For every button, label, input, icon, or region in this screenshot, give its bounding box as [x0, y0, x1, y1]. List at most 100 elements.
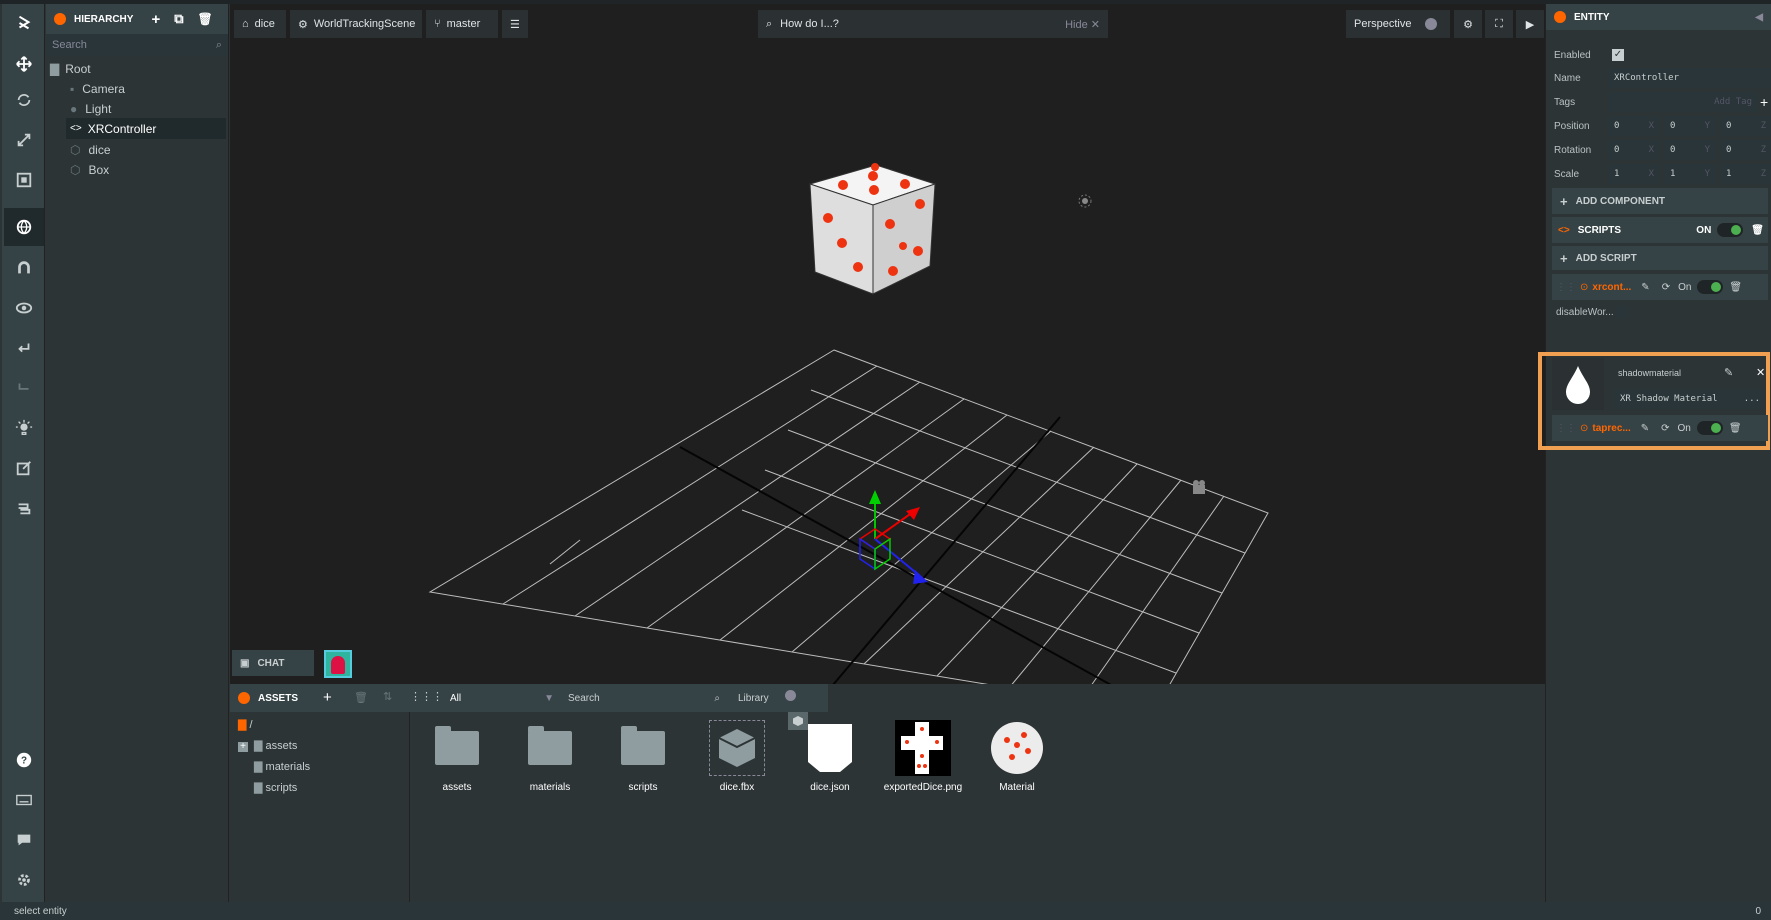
scripts-toggle[interactable] [1717, 223, 1744, 237]
translate-icon[interactable] [4, 46, 44, 82]
expand-icon[interactable]: ⊙ [1580, 423, 1588, 434]
material-thumbnail[interactable] [1552, 358, 1604, 410]
delete-icon[interactable]: 🗑 [1729, 423, 1742, 434]
code-editor-icon[interactable] [4, 450, 44, 486]
dice-model[interactable] [808, 163, 937, 295]
help-icon[interactable]: ? [4, 742, 44, 778]
close-icon[interactable]: ✕ [1756, 366, 1765, 379]
reload-icon[interactable]: ⟳ [1662, 282, 1670, 293]
rotation-y-field[interactable]: 0Y [1664, 140, 1716, 160]
snap-icon[interactable] [4, 250, 44, 286]
asset-item-assets[interactable]: assets [412, 720, 502, 793]
plus-icon: + [1560, 193, 1568, 209]
add-script-button[interactable]: + ADD SCRIPT [1552, 246, 1768, 270]
tree-item-root[interactable]: ▇ Root [46, 58, 229, 79]
scale-z-field[interactable]: 1Z [1720, 164, 1771, 184]
position-z-field[interactable]: 0Z [1720, 116, 1771, 136]
rotation-z-value: 0 [1726, 145, 1732, 155]
upload-icon[interactable]: ⇅ [383, 690, 392, 703]
asset-item-exported-dice-png[interactable]: exportedDice.png [878, 720, 968, 793]
collapse-arrow-icon[interactable]: ◀ [1755, 12, 1763, 23]
delete-icon[interactable]: 🗑 [1751, 225, 1764, 236]
lightmapper-icon[interactable] [4, 410, 44, 446]
attribute-checkbox[interactable] [1616, 306, 1628, 318]
collapse-icon[interactable] [1554, 11, 1566, 23]
add-asset-icon[interactable]: + [323, 689, 332, 706]
duplicate-icon[interactable]: ⧉ [174, 11, 183, 27]
tree-item-dice[interactable]: ⬡ dice [66, 139, 226, 160]
undo-icon[interactable] [4, 330, 44, 366]
edit-icon[interactable]: ✎ [1641, 423, 1649, 434]
drag-handle-icon[interactable]: ⋮⋮ [1556, 423, 1576, 434]
3d-viewport[interactable]: ⌂ dice ⚙ WorldTrackingScene ⑂ master ☰ ⌕ How… [230, 4, 1545, 712]
asset-tree-item-scripts[interactable]: ▇ scripts [254, 781, 297, 794]
scale-x-field[interactable]: 1X [1608, 164, 1660, 184]
tags-label: Tags [1554, 96, 1576, 108]
feedback-icon[interactable] [4, 822, 44, 858]
rotation-x-field[interactable]: 0X [1608, 140, 1660, 160]
add-tag-icon[interactable]: + [1760, 94, 1768, 110]
add-component-button[interactable]: + ADD COMPONENT [1552, 188, 1768, 214]
asset-item-dice-fbx[interactable]: dice.fbx [692, 720, 782, 793]
redo-icon[interactable] [4, 370, 44, 406]
scale-y-field[interactable]: 1Y [1664, 164, 1716, 184]
delete-icon[interactable]: 🗑 [1729, 282, 1742, 293]
position-y-field[interactable]: 0Y [1664, 116, 1716, 136]
light-gizmo-icon[interactable] [1078, 194, 1092, 208]
rotate-icon[interactable] [4, 82, 44, 118]
tree-item-xrcontroller[interactable]: <> XRController [66, 118, 226, 139]
delete-icon[interactable]: 🗑 [198, 12, 213, 26]
asset-root[interactable]: ▇ / [238, 718, 253, 731]
delete-asset-icon[interactable]: 🗑 [354, 691, 368, 704]
asset-tree-item-assets[interactable]: + ▇ assets [238, 739, 297, 752]
scale-icon[interactable] [4, 122, 44, 158]
tree-item-box[interactable]: ⬡ Box [66, 159, 226, 180]
playcanvas-logo-icon[interactable] [4, 4, 44, 42]
script-toggle[interactable] [1697, 280, 1724, 294]
drag-handle-icon[interactable]: ⋮⋮ [1556, 282, 1576, 293]
asset-item-material[interactable]: Material [972, 720, 1062, 793]
camera-gizmo-icon[interactable] [1193, 480, 1205, 494]
expand-icon[interactable]: ⊙ [1580, 282, 1588, 293]
collapse-icon[interactable] [238, 692, 250, 704]
add-entity-icon[interactable]: + [151, 11, 160, 28]
user-avatar[interactable] [324, 650, 352, 678]
script-row-taprecognizer[interactable]: ⋮⋮ ⊙ taprec... ✎ ⟳ On 🗑 [1552, 415, 1768, 441]
script-toggle[interactable] [1696, 421, 1723, 435]
edit-icon[interactable]: ✎ [1641, 282, 1649, 293]
asset-label: materials [529, 782, 571, 793]
position-x-field[interactable]: 0X [1608, 116, 1660, 136]
chat-button[interactable]: ▣ CHAT [232, 650, 314, 676]
publish-icon[interactable] [4, 490, 44, 526]
rotation-z-field[interactable]: 0Z [1720, 140, 1771, 160]
hierarchy-search-input[interactable]: Search [52, 39, 87, 51]
keyboard-icon[interactable] [4, 782, 44, 818]
collapse-icon[interactable] [54, 13, 66, 25]
focus-icon[interactable] [4, 290, 44, 326]
scripts-header[interactable]: <> SCRIPTS ON 🗑 [1552, 217, 1768, 243]
settings-icon[interactable] [4, 862, 44, 898]
library-button[interactable]: Library [738, 690, 796, 704]
tree-item-camera[interactable]: ▪ Camera [66, 78, 226, 99]
material-type-field[interactable]: XR Shadow Material... [1614, 389, 1766, 409]
tags-field[interactable]: Add Tag [1608, 92, 1758, 112]
reload-icon[interactable]: ⟳ [1661, 423, 1669, 434]
name-field[interactable]: XRController [1608, 68, 1771, 88]
asset-filter-select[interactable]: All ▼ [442, 688, 554, 708]
world-icon[interactable] [4, 208, 44, 246]
asset-item-materials[interactable]: materials [505, 720, 595, 793]
inspector-panel: ENTITY ◀ Enabled ✓ Name XRController Tags Ad… [1538, 4, 1771, 902]
asset-item-dice-json[interactable]: dice.json [785, 720, 875, 793]
asset-search[interactable]: Search ⌕ [560, 688, 720, 708]
asset-tree-item-materials[interactable]: ▇ materials [254, 760, 310, 773]
resize-icon[interactable] [4, 162, 44, 198]
tree-item-light[interactable]: ● Light [66, 98, 226, 119]
script-row-xrcontroller[interactable]: ⋮⋮ ⊙ xrcont... ✎ ⟳ On 🗑 [1552, 274, 1768, 300]
attribute-label: disableWor... [1556, 306, 1614, 318]
asset-item-scripts[interactable]: scripts [598, 720, 688, 793]
edit-icon[interactable]: ✎ [1724, 366, 1733, 379]
enabled-checkbox[interactable]: ✓ [1612, 49, 1624, 61]
grid-view-icon[interactable]: ⋮⋮⋮ [410, 690, 443, 703]
asset-search-input[interactable]: Search [568, 693, 600, 704]
hierarchy-search[interactable]: Search ⌕ [46, 34, 228, 56]
